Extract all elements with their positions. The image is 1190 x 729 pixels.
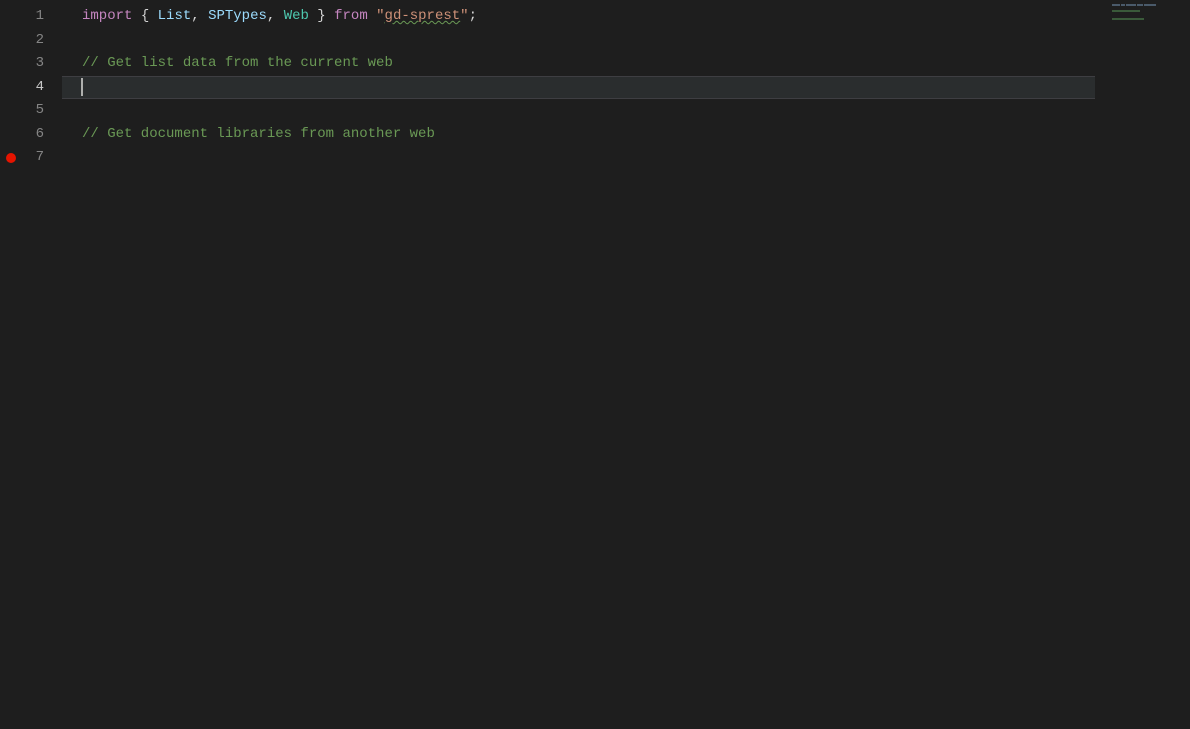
text-cursor [81, 78, 83, 96]
comma-1: , [191, 8, 208, 24]
minimap[interactable] [1112, 4, 1172, 18]
line-number-5[interactable]: 5 [0, 99, 62, 123]
semicolon: ; [469, 8, 477, 24]
code-line-5[interactable] [62, 99, 1190, 123]
space [368, 8, 376, 24]
minimap-line-6 [1112, 18, 1172, 20]
minimap-line-1 [1112, 4, 1172, 6]
string-quote-open: " [376, 8, 384, 24]
vertical-scrollbar[interactable] [1176, 0, 1190, 729]
line-number-6[interactable]: 6 [0, 123, 62, 147]
brace-close: } [309, 8, 334, 24]
identifier-web: Web [284, 8, 309, 24]
comment-line-6: // Get document libraries from another w… [82, 126, 435, 142]
keyword-from: from [334, 8, 368, 24]
code-content-area[interactable]: import { List, SPTypes, Web } from "gd-s… [62, 0, 1190, 729]
line-number-gutter[interactable]: 1 2 3 4 5 6 7 [0, 0, 62, 729]
line-number-7-text: 7 [36, 149, 44, 165]
code-line-4-active[interactable] [62, 76, 1095, 100]
comment-line-3: // Get list data from the current web [82, 55, 393, 71]
code-line-2[interactable] [62, 29, 1190, 53]
string-quote-close: " [460, 8, 468, 24]
breakpoint-icon[interactable] [6, 153, 16, 163]
comma-2: , [267, 8, 284, 24]
string-module-name: gd-sprest [385, 8, 461, 24]
code-line-6[interactable]: // Get document libraries from another w… [62, 123, 1190, 147]
identifier-list: List [158, 8, 192, 24]
identifier-sptypes: SPTypes [208, 8, 267, 24]
line-number-1[interactable]: 1 [0, 5, 62, 29]
line-number-4[interactable]: 4 [0, 76, 62, 100]
brace-open: { [132, 8, 157, 24]
code-line-7[interactable] [62, 146, 1190, 170]
code-line-3[interactable]: // Get list data from the current web [62, 52, 1190, 76]
minimap-line-3 [1112, 10, 1172, 12]
line-number-2[interactable]: 2 [0, 29, 62, 53]
keyword-import: import [82, 8, 132, 24]
line-number-3[interactable]: 3 [0, 52, 62, 76]
code-editor[interactable]: 1 2 3 4 5 6 7 import { List, SPTypes, We… [0, 0, 1190, 729]
line-number-7[interactable]: 7 [0, 146, 62, 170]
code-line-1[interactable]: import { List, SPTypes, Web } from "gd-s… [62, 5, 1190, 29]
